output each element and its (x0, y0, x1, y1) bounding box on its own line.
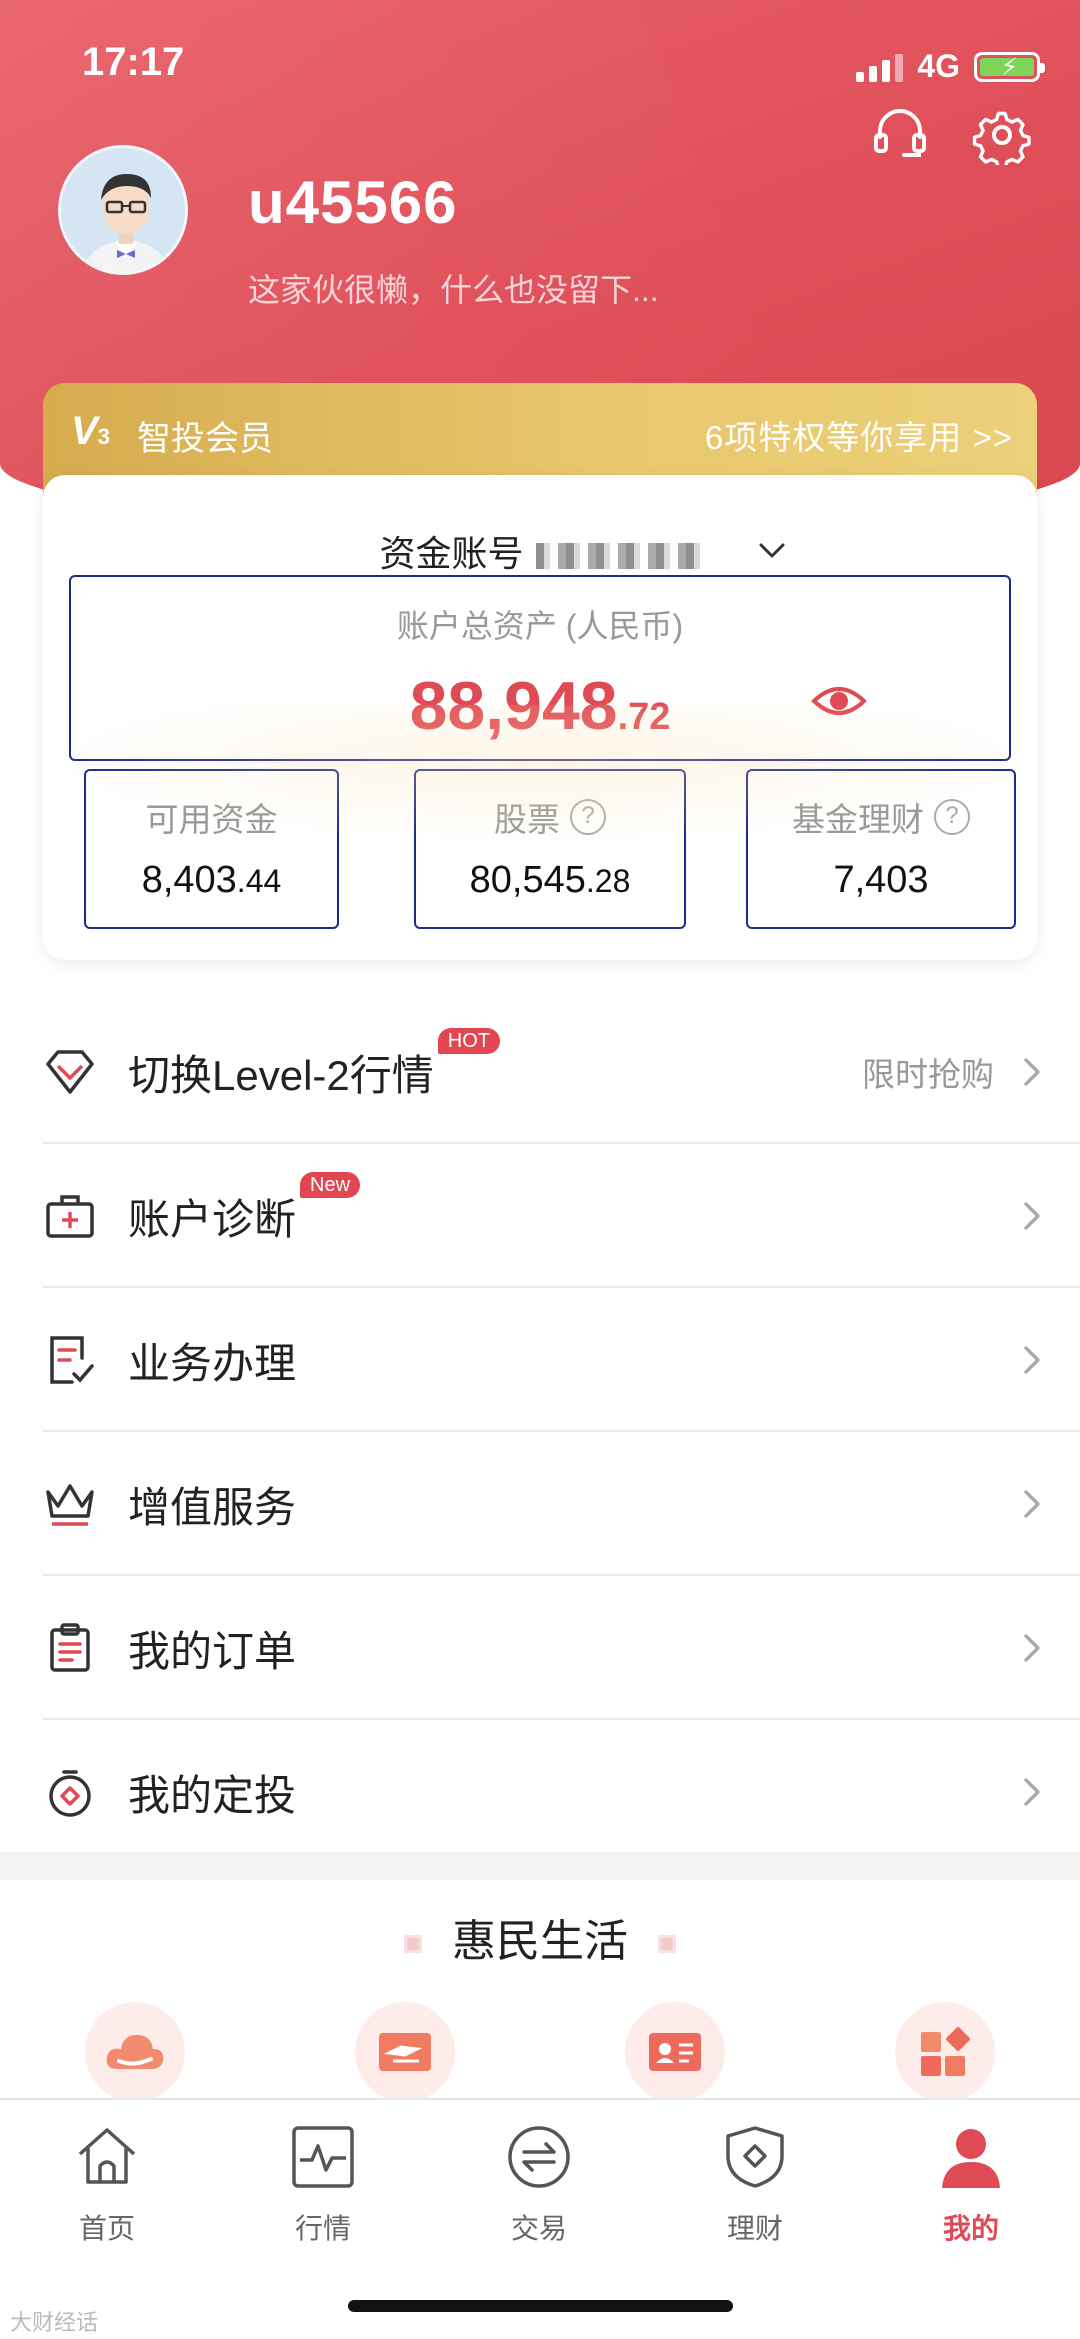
chevron-right-icon (1024, 1058, 1040, 1086)
total-assets-panel[interactable]: 账户总资产 (人民币) 88,948.72 (69, 575, 1011, 761)
total-assets-value: 88,948.72 (409, 668, 671, 744)
stocks-label: 股票 (494, 801, 560, 838)
tab-mine[interactable]: 我的 (891, 2122, 1051, 2247)
network-type: 4G (917, 48, 960, 84)
help-icon[interactable]: ? (934, 799, 970, 835)
exchange-icon (508, 2126, 570, 2188)
member-title: 智投会员 (137, 420, 273, 458)
watermark: 大财经话 (10, 2310, 99, 2335)
tab-home[interactable]: 首页 (27, 2122, 187, 2247)
menu-item-value-added[interactable]: 增值服务 (0, 1432, 1080, 1576)
masked-account-number (535, 543, 701, 570)
username[interactable]: u45566 (248, 168, 458, 237)
crown-icon (40, 1474, 100, 1534)
account-label: 资金账号 (379, 533, 524, 574)
chevron-right-icon (1024, 1346, 1040, 1374)
menu-label: 账户诊断 (128, 1195, 297, 1243)
menu-item-diagnosis[interactable]: 账户诊断 New (0, 1144, 1080, 1288)
available-funds-label: 可用资金 (145, 801, 278, 838)
chevron-right-icon (1024, 1490, 1040, 1518)
clipboard-icon (40, 1618, 100, 1678)
menu-label: 我的订单 (128, 1627, 297, 1675)
benefits-section-title: 惠民生活 (0, 1905, 1080, 1969)
stocks-value: 80,545.28 (469, 859, 631, 901)
menu-item-auto-invest[interactable]: 我的定投 (0, 1720, 1080, 1864)
shield-icon (726, 2126, 784, 2188)
new-badge: New (300, 1171, 361, 1198)
hot-badge: HOT (437, 1027, 500, 1054)
tab-label: 行情 (294, 2213, 351, 2244)
chevron-right-icon (1024, 1634, 1040, 1662)
funds-panel[interactable]: 基金理财? 7,403 (746, 769, 1016, 929)
help-icon[interactable]: ? (570, 799, 606, 835)
eye-visibility-icon[interactable] (811, 681, 867, 721)
person-icon (942, 2129, 1000, 2188)
account-selector[interactable]: 资金账号 (43, 525, 1037, 577)
section-separator (0, 1852, 1080, 1880)
medical-kit-icon (40, 1186, 100, 1246)
home-indicator (348, 2300, 733, 2312)
menu-label: 切换Level-2行情 (128, 1051, 434, 1099)
stocks-panel[interactable]: 股票? 80,545.28 (414, 769, 686, 929)
apps-grid-icon[interactable] (895, 2002, 995, 2102)
tab-trade[interactable]: 交易 (459, 2122, 619, 2247)
battery-icon: ⚡ (974, 51, 1045, 82)
menu-label: 我的定投 (128, 1771, 297, 1819)
tab-market[interactable]: 行情 (243, 2122, 403, 2247)
avatar[interactable] (58, 145, 188, 275)
chevron-right-icon (1024, 1778, 1040, 1806)
tab-wealth[interactable]: 理财 (675, 2122, 835, 2247)
menu-label: 业务办理 (128, 1339, 297, 1387)
available-funds-value: 8,403.44 (141, 859, 282, 901)
menu-right-text: 限时抢购 (862, 1056, 994, 1093)
id-card-icon[interactable] (625, 2002, 725, 2102)
member-privileges-link[interactable]: 6项特权等你享用 >> (705, 411, 1013, 459)
menu-list: 切换Level-2行情 HOT 限时抢购 账户诊断 New 业务办理 增值服务 … (0, 1000, 1080, 1864)
document-check-icon (40, 1330, 100, 1390)
chevron-right-icon (1024, 1202, 1040, 1230)
funds-label: 基金理财 (792, 801, 924, 838)
signal-icon (856, 52, 904, 82)
tab-label: 首页 (78, 2213, 135, 2244)
timer-icon (40, 1762, 100, 1822)
chevron-down-icon[interactable] (755, 533, 789, 567)
menu-item-business[interactable]: 业务办理 (0, 1288, 1080, 1432)
funds-value: 7,403 (833, 859, 929, 901)
available-funds-panel[interactable]: 可用资金 8,403.44 (84, 769, 339, 929)
chart-icon (292, 2126, 354, 2188)
member-logo: V3 (71, 409, 110, 453)
flight-ticket-icon[interactable] (355, 2002, 455, 2102)
menu-item-orders[interactable]: 我的订单 (0, 1576, 1080, 1720)
settings-gear-icon[interactable] (972, 105, 1032, 170)
tab-label: 理财 (726, 2213, 783, 2244)
cloud-service-icon[interactable] (85, 2002, 185, 2102)
user-signature: 这家伙很懒，什么也没留下... (248, 272, 659, 308)
tab-label: 交易 (510, 2213, 567, 2244)
diamond-icon (40, 1042, 100, 1102)
menu-item-level2[interactable]: 切换Level-2行情 HOT 限时抢购 (0, 1000, 1080, 1144)
menu-label: 增值服务 (128, 1483, 297, 1531)
account-card: 资金账号 账户总资产 (人民币) 88,948.72 可用资金 8,403.44… (43, 475, 1037, 960)
status-time: 17:17 (82, 40, 185, 84)
customer-service-icon[interactable] (870, 105, 930, 165)
status-indicators: 4G ⚡ (856, 48, 1045, 85)
total-assets-label: 账户总资产 (人民币) (396, 608, 684, 644)
tab-label: 我的 (942, 2213, 999, 2244)
home-icon (78, 2128, 136, 2184)
